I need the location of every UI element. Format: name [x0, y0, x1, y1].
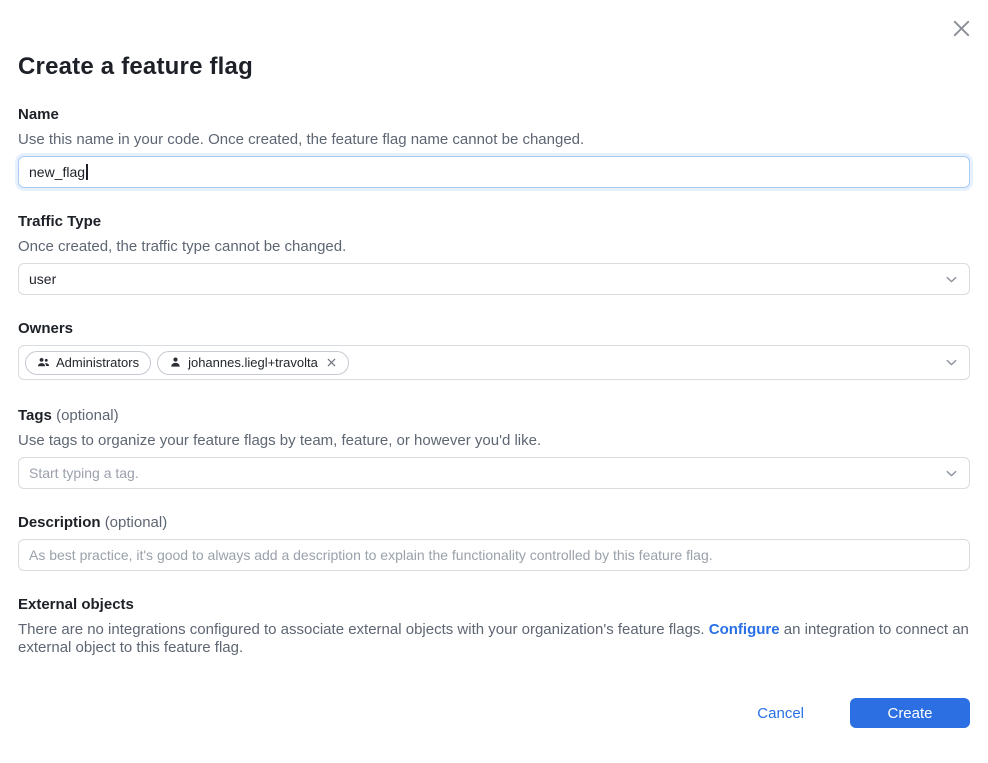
owners-label: Owners	[18, 320, 970, 337]
tags-placeholder: Start typing a tag.	[29, 465, 139, 481]
modal-footer: Cancel Create	[18, 698, 970, 728]
create-feature-flag-modal: Create a feature flag Name Use this name…	[0, 0, 988, 763]
owners-select[interactable]: Administrators johannes.liegl+travolta	[18, 345, 970, 380]
chevron-down-icon	[944, 272, 959, 287]
external-objects-text-before: There are no integrations configured to …	[18, 621, 709, 638]
tags-field-group: Tags (optional) Use tags to organize you…	[18, 407, 970, 489]
create-button[interactable]: Create	[850, 698, 970, 728]
group-icon	[37, 356, 50, 369]
description-field-group: Description (optional)	[18, 514, 970, 571]
owners-field-group: Owners Administrators johannes.liegl+tra…	[18, 320, 970, 380]
tags-label: Tags (optional)	[18, 407, 970, 424]
tags-select[interactable]: Start typing a tag.	[18, 457, 970, 489]
name-helper-text: Use this name in your code. Once created…	[18, 131, 970, 148]
text-cursor	[86, 164, 88, 180]
cancel-button[interactable]: Cancel	[757, 705, 804, 722]
name-field-group: Name Use this name in your code. Once cr…	[18, 106, 970, 188]
person-icon	[169, 356, 182, 369]
chevron-down-icon	[944, 355, 959, 370]
owners-chip-row: Administrators johannes.liegl+travolta	[25, 351, 936, 375]
tags-optional-text: (optional)	[56, 407, 119, 424]
configure-link[interactable]: Configure	[709, 621, 780, 638]
chevron-down-icon	[944, 466, 959, 481]
close-icon	[950, 17, 973, 40]
tags-helper-text: Use tags to organize your feature flags …	[18, 432, 970, 449]
external-objects-label: External objects	[18, 596, 970, 613]
traffic-type-selected-value: user	[29, 271, 56, 287]
name-input-value: new_flag	[29, 164, 85, 180]
owner-chip-user[interactable]: johannes.liegl+travolta	[157, 351, 349, 375]
description-label-text: Description	[18, 514, 101, 531]
owner-chip-label: Administrators	[56, 355, 139, 370]
remove-owner-icon[interactable]	[326, 357, 337, 368]
traffic-type-select[interactable]: user	[18, 263, 970, 295]
owner-chip-administrators[interactable]: Administrators	[25, 351, 151, 375]
description-input[interactable]	[18, 539, 970, 571]
traffic-type-helper-text: Once created, the traffic type cannot be…	[18, 238, 970, 255]
description-label: Description (optional)	[18, 514, 970, 531]
owner-chip-label: johannes.liegl+travolta	[188, 355, 318, 370]
name-input[interactable]: new_flag	[18, 156, 970, 188]
close-button[interactable]	[947, 14, 975, 42]
name-label: Name	[18, 106, 970, 123]
tags-label-text: Tags	[18, 407, 52, 424]
external-objects-group: External objects There are no integratio…	[18, 596, 970, 657]
modal-title: Create a feature flag	[18, 0, 970, 81]
traffic-type-label: Traffic Type	[18, 213, 970, 230]
traffic-type-field-group: Traffic Type Once created, the traffic t…	[18, 213, 970, 295]
description-optional-text: (optional)	[105, 514, 168, 531]
external-objects-text: There are no integrations configured to …	[18, 621, 970, 657]
